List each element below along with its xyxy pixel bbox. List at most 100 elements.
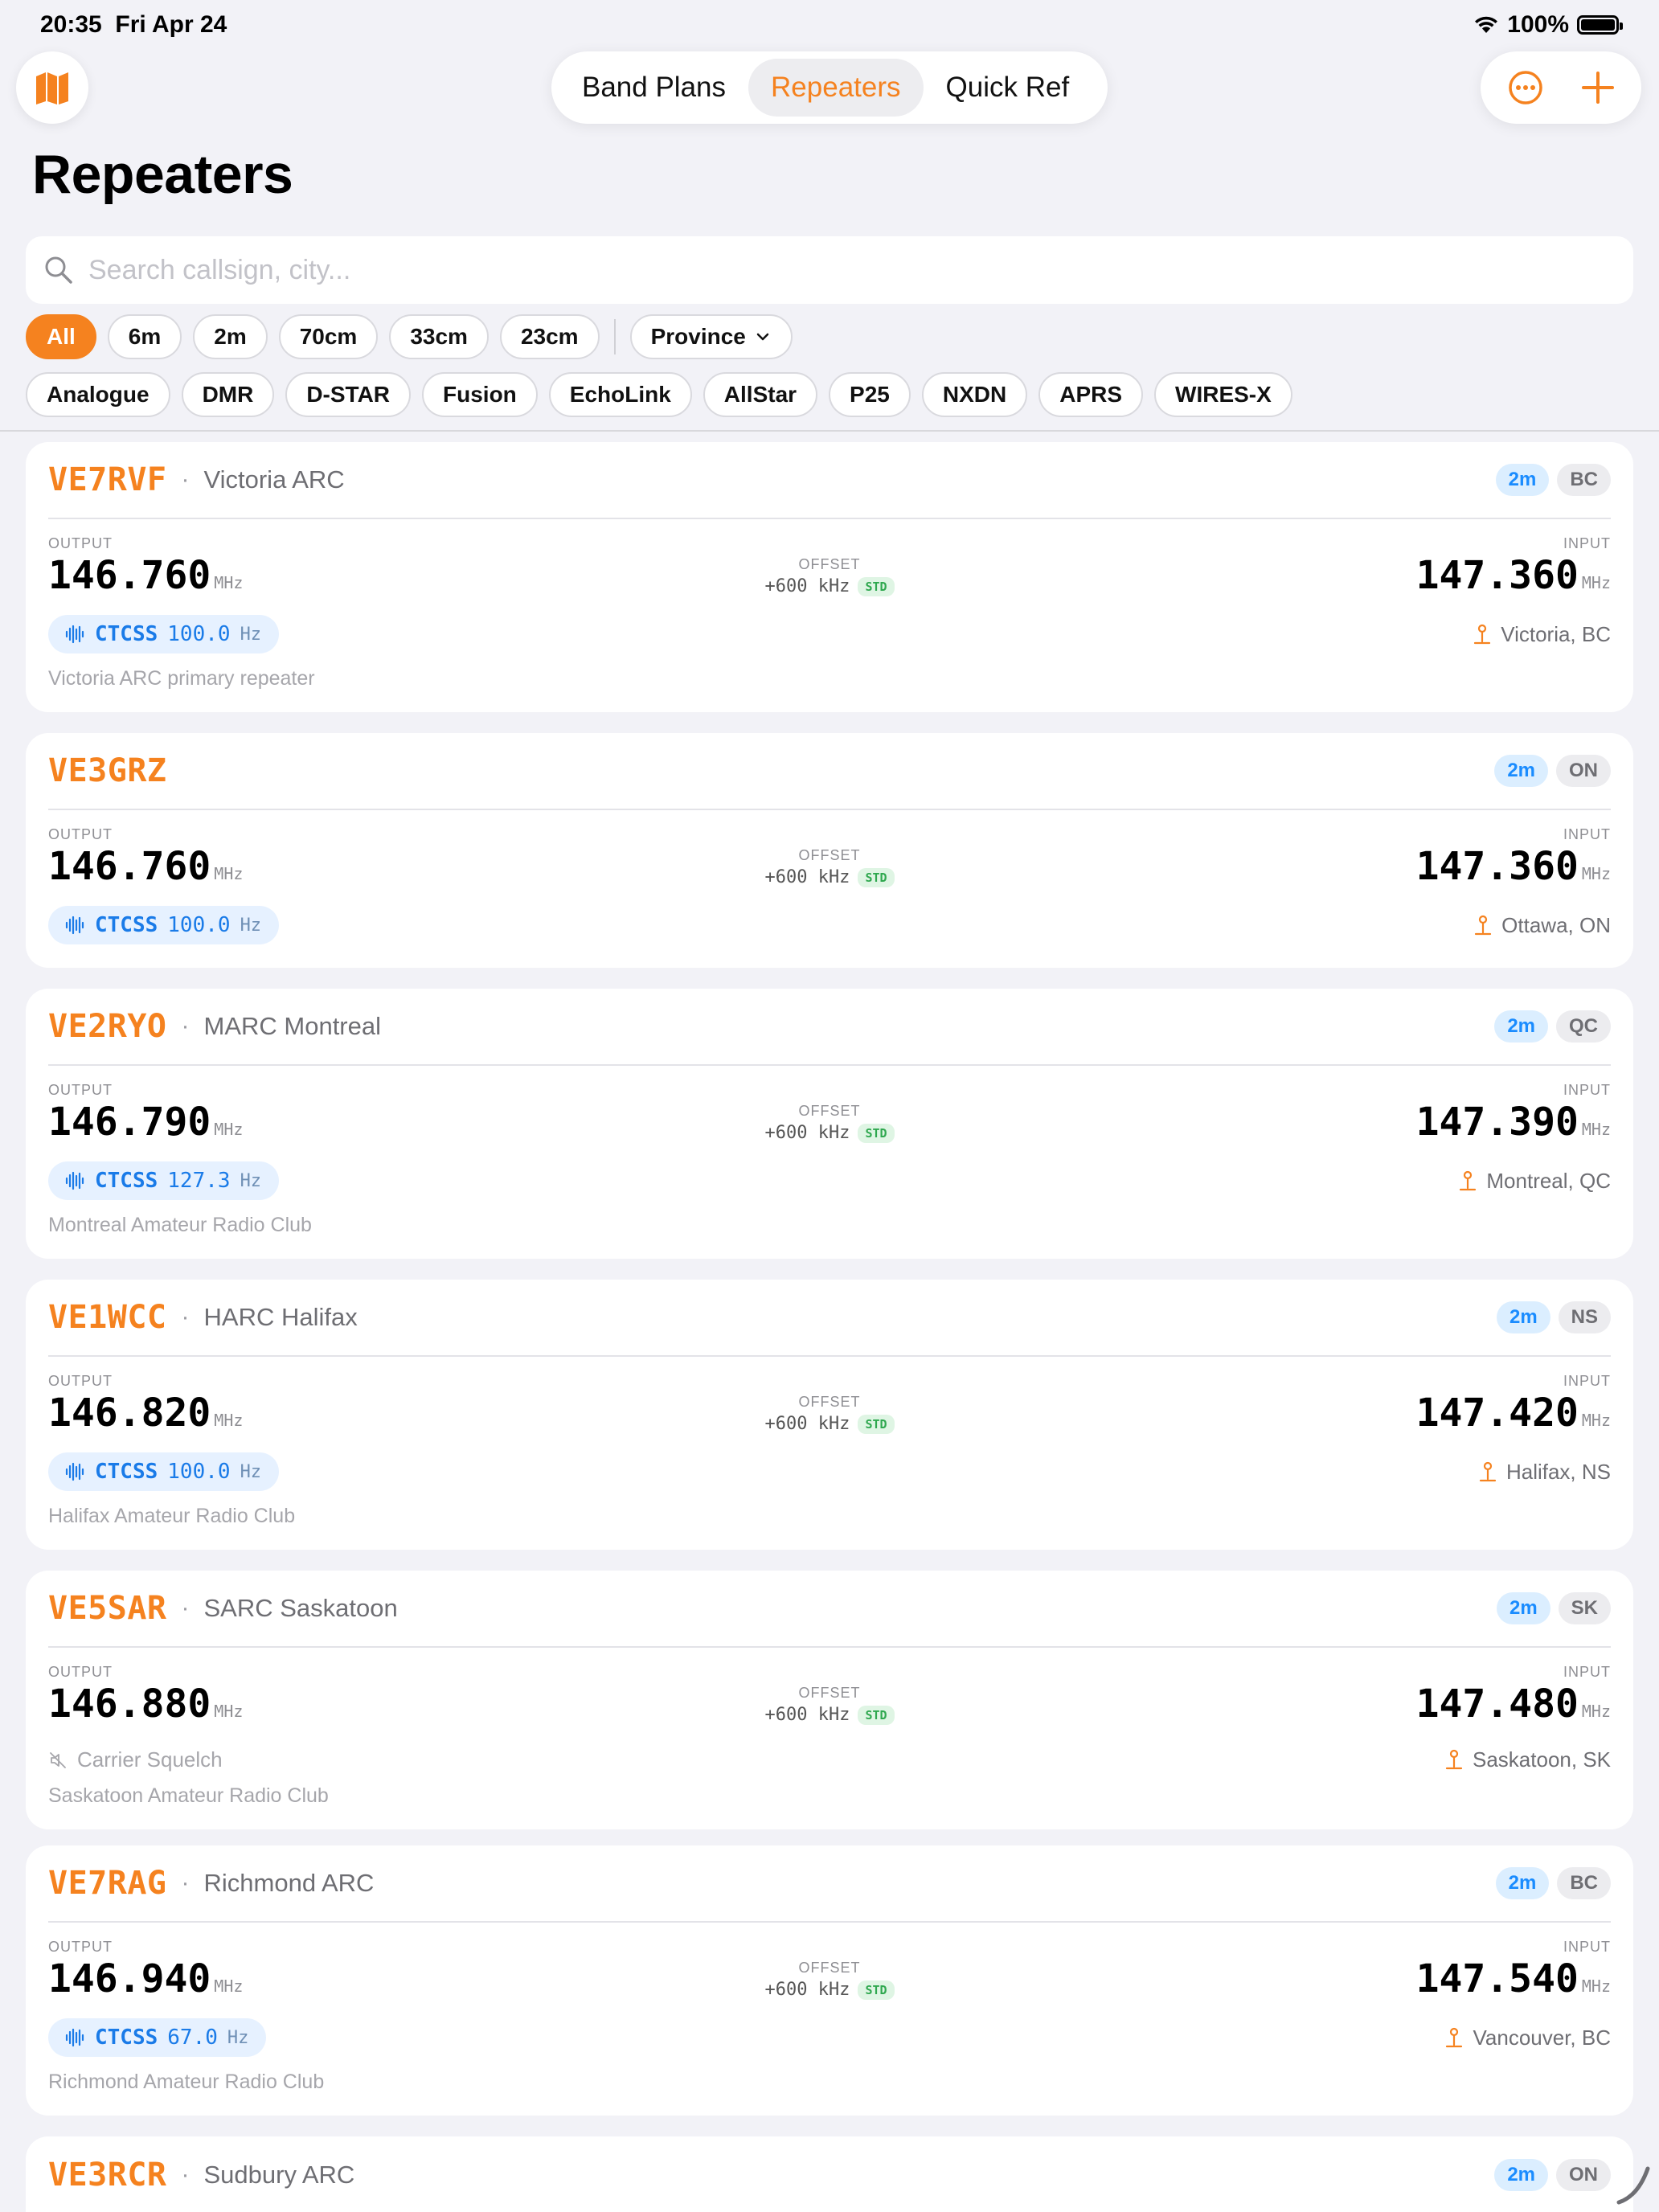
callsign: VE3RCR bbox=[48, 2157, 167, 2194]
offset-amount: +600 kHz bbox=[764, 576, 850, 596]
repeater-card[interactable]: VE7RAG · Richmond ARC 2m BC OUTPUT INPUT… bbox=[26, 1845, 1633, 2116]
status-time: 20:35 Fri Apr 24 bbox=[40, 11, 227, 39]
club-name: Victoria ARC bbox=[203, 465, 345, 494]
chip-band-all[interactable]: All bbox=[26, 314, 96, 359]
card-header: VE3GRZ 2m ON bbox=[48, 733, 1611, 810]
separator-dot: · bbox=[181, 1870, 190, 1896]
chip-mode-nxdn[interactable]: NXDN bbox=[921, 372, 1028, 417]
tone-unit: Hz bbox=[240, 915, 262, 936]
offset-block: OFFSET +600 kHz STD bbox=[26, 1685, 1633, 1725]
chip-mode-dmr[interactable]: DMR bbox=[181, 372, 275, 417]
chip-mode-analogue[interactable]: Analogue bbox=[26, 372, 170, 417]
chip-mode-aprs[interactable]: APRS bbox=[1038, 372, 1144, 417]
chip-mode-dstar[interactable]: D-STAR bbox=[285, 372, 412, 417]
location-text: Vancouver, BC bbox=[1473, 2026, 1611, 2050]
input-label: INPUT bbox=[1563, 1939, 1611, 1955]
offset-value: +600 kHz STD bbox=[764, 1123, 895, 1143]
search-input[interactable] bbox=[88, 254, 1535, 286]
tone-unit: Hz bbox=[240, 1170, 262, 1191]
chip-band-2m[interactable]: 2m bbox=[193, 314, 268, 359]
search-icon bbox=[45, 256, 72, 284]
offset-amount: +600 kHz bbox=[764, 1980, 850, 2000]
offset-amount: +600 kHz bbox=[764, 1123, 850, 1143]
badge-group: 2m SK bbox=[1496, 1592, 1611, 1624]
output-label: OUTPUT bbox=[48, 1373, 113, 1389]
waveform-icon bbox=[65, 625, 84, 644]
province-badge: BC bbox=[1557, 1867, 1611, 1899]
waveform-icon bbox=[65, 1171, 84, 1190]
offset-amount: +600 kHz bbox=[764, 1705, 850, 1725]
band-filter-row: All 6m 2m 70cm 33cm 23cm Province bbox=[26, 314, 793, 359]
callsign: VE2RYO bbox=[48, 1008, 167, 1045]
badge-group: 2m BC bbox=[1495, 464, 1611, 496]
battery-icon bbox=[1577, 15, 1623, 35]
page-title: Repeaters bbox=[32, 144, 293, 205]
tone-value: 100.0 bbox=[167, 622, 231, 646]
offset-label: OFFSET bbox=[798, 556, 861, 572]
offset-block: OFFSET +600 kHz STD bbox=[26, 556, 1633, 596]
province-badge: ON bbox=[1556, 2159, 1611, 2191]
offset-block: OFFSET +600 kHz STD bbox=[26, 1103, 1633, 1143]
offset-value: +600 kHz STD bbox=[764, 1414, 895, 1434]
offset-amount: +600 kHz bbox=[764, 867, 850, 887]
band-badge: 2m bbox=[1496, 1592, 1550, 1624]
chip-band-70cm[interactable]: 70cm bbox=[278, 314, 379, 359]
repeater-card[interactable]: VE1WCC · HARC Halifax 2m NS OUTPUT INPUT… bbox=[26, 1280, 1633, 1550]
carrier-text: Carrier Squelch bbox=[77, 1747, 223, 1772]
tab-repeaters[interactable]: Repeaters bbox=[748, 59, 924, 117]
location-pin-icon bbox=[1446, 2027, 1463, 2047]
chip-mode-allstar[interactable]: AllStar bbox=[703, 372, 818, 417]
waveform-icon bbox=[65, 1462, 84, 1481]
repeater-card[interactable]: VE2RYO · MARC Montreal 2m QC OUTPUT INPU… bbox=[26, 989, 1633, 1259]
scroll-indicator[interactable] bbox=[1614, 2162, 1654, 2207]
province-dropdown[interactable]: Province bbox=[629, 314, 793, 359]
search-bar[interactable] bbox=[26, 236, 1633, 304]
repeater-card[interactable]: VE3RCR · Sudbury ARC 2m ON bbox=[26, 2136, 1633, 2212]
location-text: Montreal, QC bbox=[1486, 1169, 1611, 1193]
waveform-icon bbox=[65, 916, 84, 935]
band-badge: 2m bbox=[1494, 2159, 1548, 2191]
tab-quick-ref[interactable]: Quick Ref bbox=[924, 59, 1092, 117]
offset-block: OFFSET +600 kHz STD bbox=[26, 1394, 1633, 1434]
offset-block: OFFSET +600 kHz STD bbox=[26, 1960, 1633, 2000]
input-label: INPUT bbox=[1563, 1082, 1611, 1098]
chip-band-6m[interactable]: 6m bbox=[107, 314, 182, 359]
input-label: INPUT bbox=[1563, 1664, 1611, 1680]
output-label: OUTPUT bbox=[48, 535, 113, 551]
description: Victoria ARC primary repeater bbox=[48, 667, 315, 690]
province-badge: NS bbox=[1558, 1301, 1611, 1333]
chip-mode-echolink[interactable]: EchoLink bbox=[548, 372, 692, 417]
band-badge: 2m bbox=[1494, 755, 1548, 787]
chip-band-23cm[interactable]: 23cm bbox=[499, 314, 600, 359]
location: Saskatoon, SK bbox=[1444, 1747, 1611, 1772]
repeater-card[interactable]: VE3GRZ 2m ON OUTPUT INPUT 146.760 MHz 14… bbox=[26, 733, 1633, 968]
province-badge: BC bbox=[1557, 464, 1611, 496]
chip-mode-p25[interactable]: P25 bbox=[829, 372, 911, 417]
more-icon[interactable] bbox=[1507, 69, 1544, 106]
carrier-squelch: Carrier Squelch bbox=[48, 1747, 223, 1772]
card-header: VE7RAG · Richmond ARC 2m BC bbox=[48, 1845, 1611, 1923]
map-button[interactable] bbox=[16, 51, 88, 124]
tab-band-plans[interactable]: Band Plans bbox=[559, 59, 748, 117]
status-bar: 20:35 Fri Apr 24 100% bbox=[0, 0, 1659, 51]
repeater-card[interactable]: VE7RVF · Victoria ARC 2m BC OUTPUT INPUT… bbox=[26, 442, 1633, 712]
offset-label: OFFSET bbox=[798, 847, 861, 863]
location-text: Saskatoon, SK bbox=[1473, 1747, 1611, 1772]
repeater-card[interactable]: VE5SAR · SARC Saskatoon 2m SK OUTPUT INP… bbox=[26, 1571, 1633, 1829]
offset-label: OFFSET bbox=[798, 1394, 861, 1410]
tone-pill: CTCSS 100.0 Hz bbox=[48, 1452, 280, 1491]
tone-unit: Hz bbox=[227, 2027, 249, 2048]
location: Montreal, QC bbox=[1457, 1169, 1611, 1194]
input-label: INPUT bbox=[1563, 1373, 1611, 1389]
chip-mode-fusion[interactable]: Fusion bbox=[422, 372, 538, 417]
offset-value: +600 kHz STD bbox=[764, 1705, 895, 1725]
chip-band-33cm[interactable]: 33cm bbox=[389, 314, 489, 359]
plus-icon[interactable] bbox=[1580, 70, 1616, 105]
tone-type: CTCSS bbox=[95, 1169, 158, 1193]
chip-mode-wiresx[interactable]: WIRES-X bbox=[1154, 372, 1292, 417]
badge-group: 2m QC bbox=[1494, 1010, 1611, 1043]
callsign: VE7RVF bbox=[48, 461, 167, 498]
separator-dot: · bbox=[181, 466, 190, 493]
std-badge: STD bbox=[858, 576, 895, 596]
card-header: VE7RVF · Victoria ARC 2m BC bbox=[48, 442, 1611, 519]
